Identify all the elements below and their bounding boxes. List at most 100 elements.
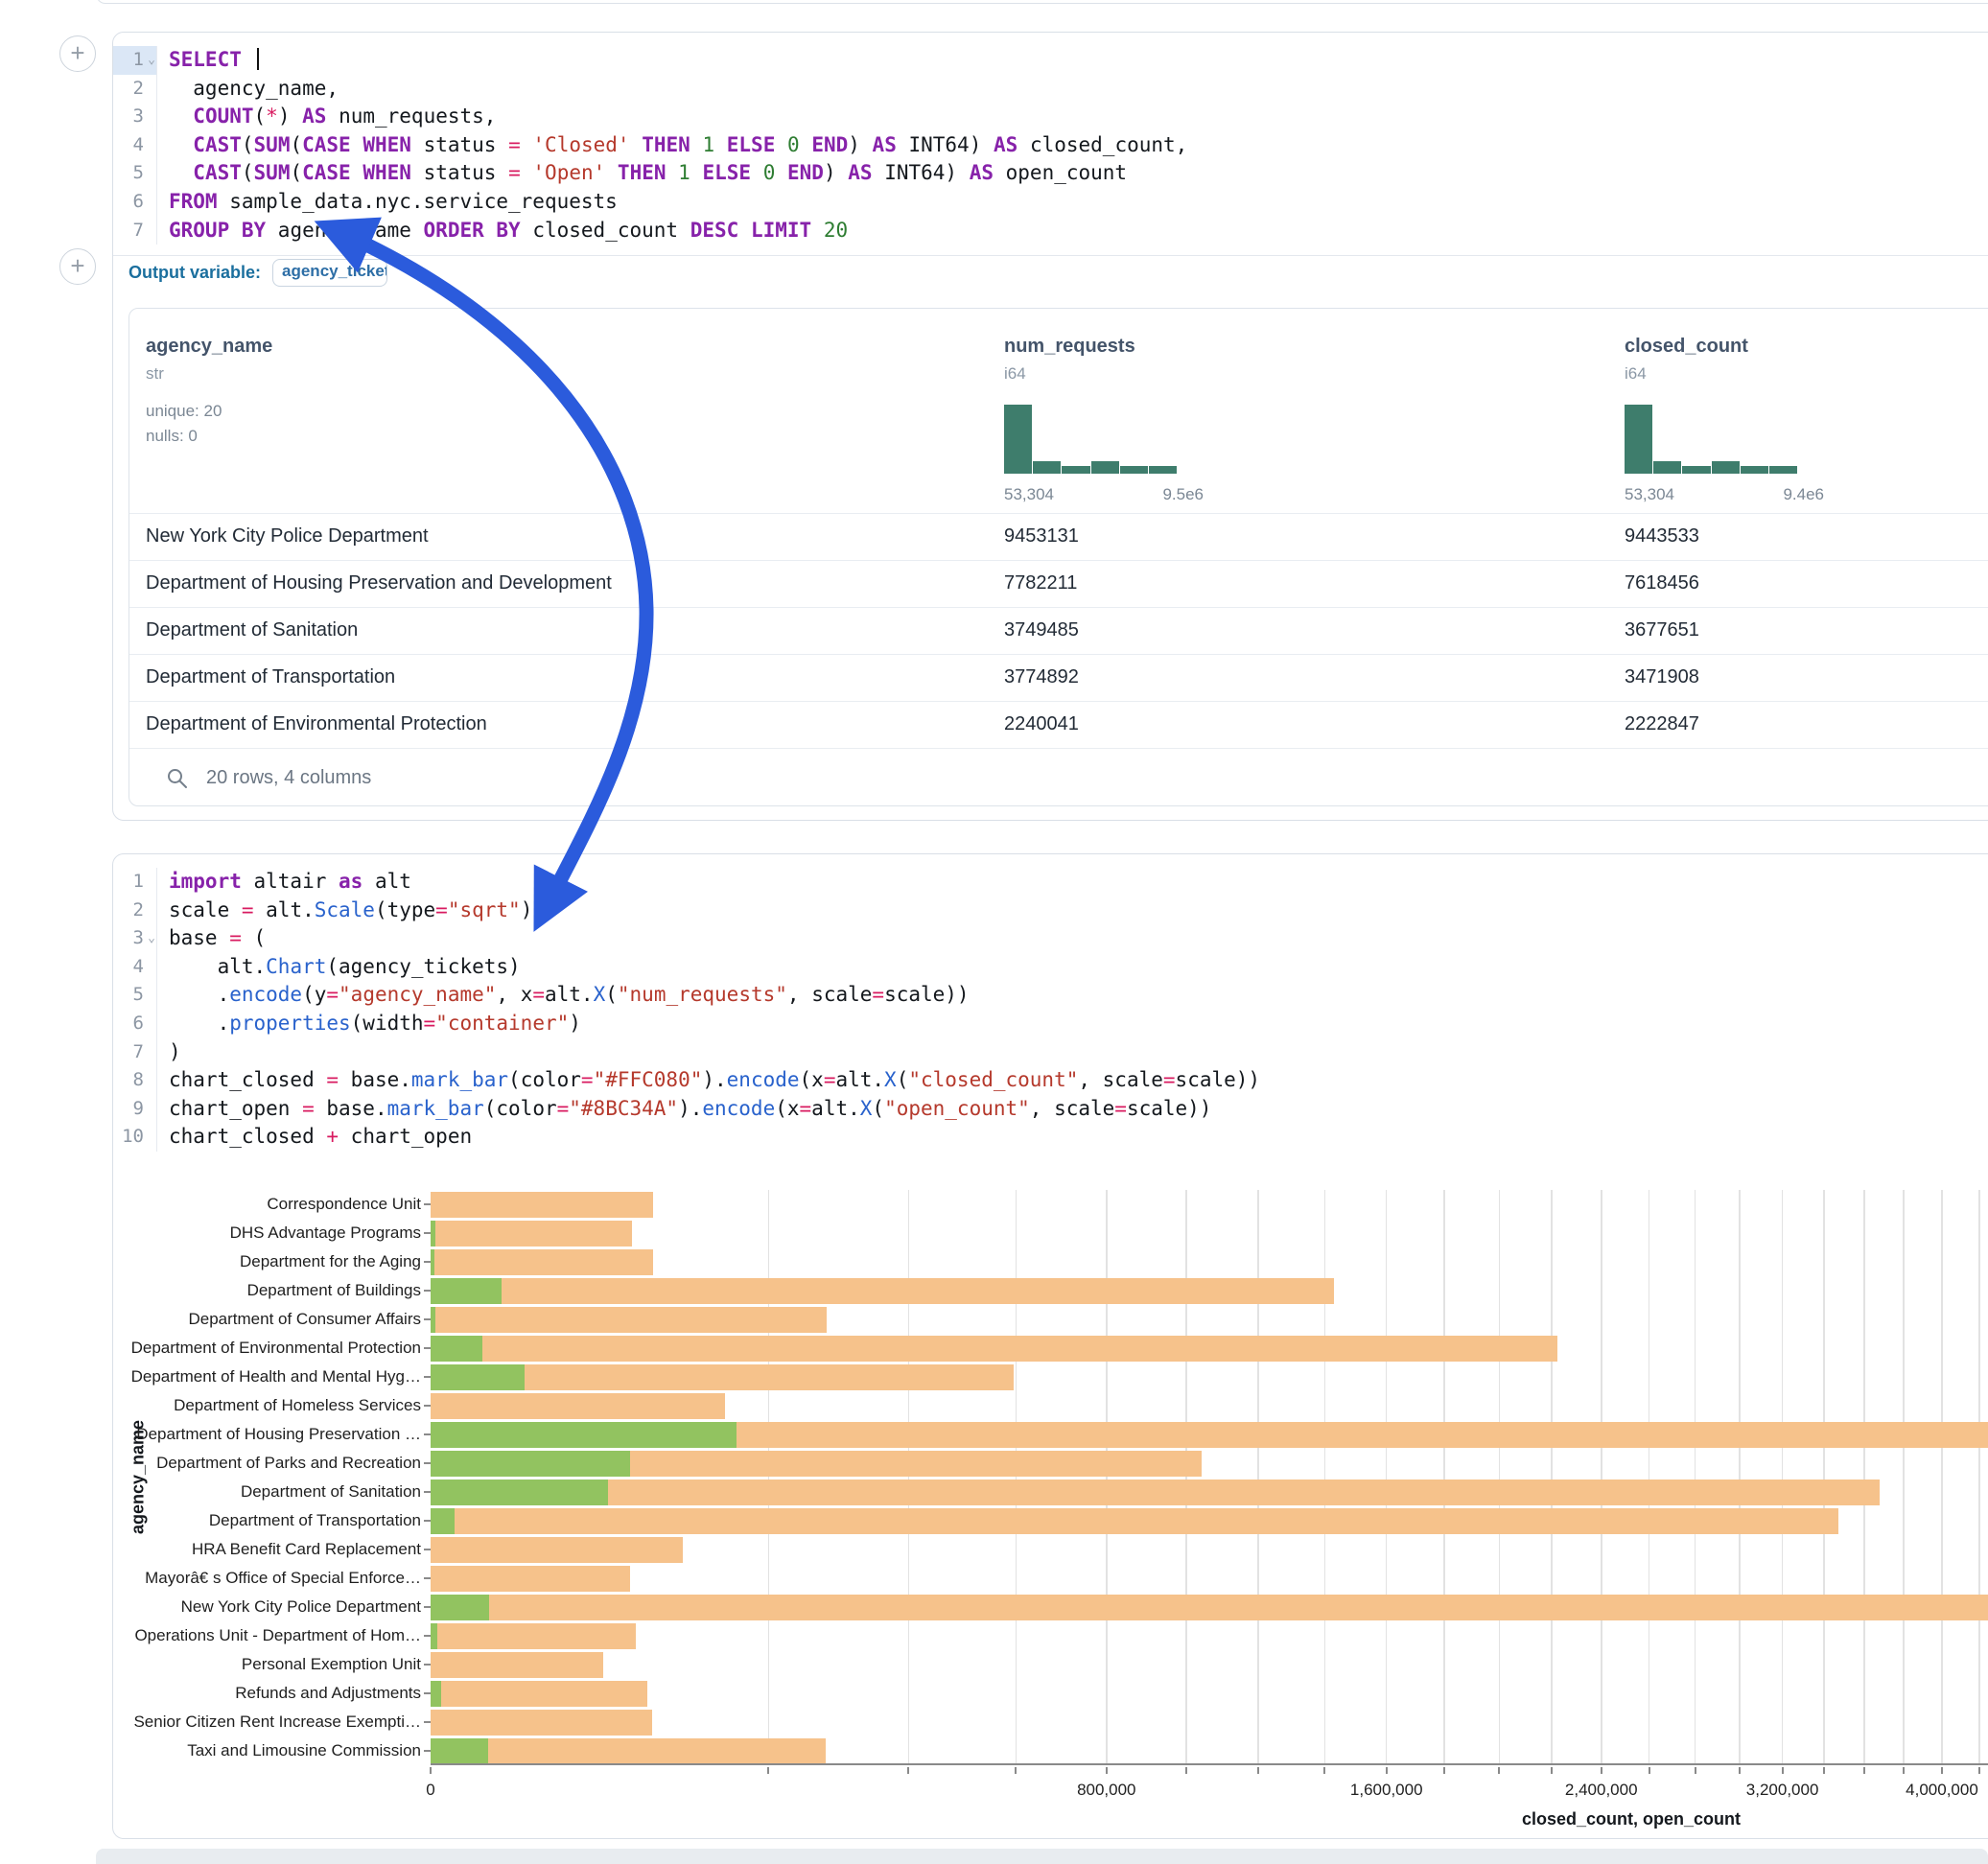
closed-count-bar[interactable] xyxy=(431,1537,683,1563)
closed-count-bar[interactable] xyxy=(431,1336,1557,1362)
table-cell: 9443533 xyxy=(1625,525,1699,548)
open-count-bar[interactable] xyxy=(431,1508,455,1534)
python-line[interactable]: 10chart_closed + chart_open xyxy=(113,1123,1988,1152)
python-line[interactable]: 3⌄base = ( xyxy=(113,924,1988,953)
open-count-bar[interactable] xyxy=(431,1480,608,1505)
fold-chevron-icon[interactable]: ⌄ xyxy=(148,46,155,75)
line-number: 5 xyxy=(113,159,157,188)
sql-line[interactable]: 1⌄SELECT xyxy=(113,46,1988,75)
python-line[interactable]: 1import altair as alt xyxy=(113,868,1988,897)
code-text[interactable]: ) xyxy=(157,1038,181,1067)
sql-line[interactable]: 2 agency_name, xyxy=(113,75,1988,104)
open-count-bar[interactable] xyxy=(431,1738,488,1764)
open-count-bar[interactable] xyxy=(431,1221,435,1247)
sql-line[interactable]: 6FROM sample_data.nyc.service_requests xyxy=(113,188,1988,217)
output-variable-pill[interactable]: agency_tickets xyxy=(272,259,387,287)
code-text[interactable]: scale = alt.Scale(type="sqrt") xyxy=(157,897,532,925)
closed-count-bar[interactable] xyxy=(431,1480,1880,1505)
open-count-bar[interactable] xyxy=(431,1336,482,1362)
closed-count-bar[interactable] xyxy=(431,1221,632,1247)
closed-count-bar[interactable] xyxy=(431,1249,653,1275)
code-text[interactable]: chart_closed + chart_open xyxy=(157,1123,472,1152)
code-text[interactable]: CAST(SUM(CASE WHEN status = 'Closed' THE… xyxy=(157,131,1187,160)
column-agency_name: str xyxy=(146,364,164,384)
open-count-bar[interactable] xyxy=(431,1364,525,1390)
open-count-bar[interactable] xyxy=(431,1451,630,1477)
python-line[interactable]: 6 .properties(width="container") xyxy=(113,1010,1988,1038)
closed-count-bar[interactable] xyxy=(431,1393,725,1419)
code-text[interactable]: .properties(width="container") xyxy=(157,1010,581,1038)
open-count-bar[interactable] xyxy=(431,1422,737,1448)
open-count-bar[interactable] xyxy=(431,1278,502,1304)
code-text[interactable]: SELECT xyxy=(157,46,259,75)
table-row[interactable]: New York City Police Department945313194… xyxy=(129,513,1988,560)
table-cell: New York City Police Department xyxy=(146,525,429,548)
line-number: 7 xyxy=(113,1038,157,1067)
open-count-bar[interactable] xyxy=(431,1681,441,1707)
code-text[interactable]: import altair as alt xyxy=(157,868,411,897)
closed-count-bar[interactable] xyxy=(431,1595,1988,1620)
code-text[interactable]: FROM sample_data.nyc.service_requests xyxy=(157,188,618,217)
closed-count-bar[interactable] xyxy=(431,1652,603,1678)
sql-line[interactable]: 7GROUP BY agency_name ORDER BY closed_co… xyxy=(113,217,1988,245)
sql-line[interactable]: 5 CAST(SUM(CASE WHEN status = 'Open' THE… xyxy=(113,159,1988,188)
python-line[interactable]: 2scale = alt.Scale(type="sqrt") xyxy=(113,897,1988,925)
sql-line[interactable]: 3 COUNT(*) AS num_requests, xyxy=(113,103,1988,131)
line-number: 3 xyxy=(113,103,157,131)
add-cell-button-top[interactable]: + xyxy=(59,35,96,72)
code-text[interactable]: base = ( xyxy=(157,924,266,953)
x-tick xyxy=(1863,1767,1865,1774)
python-line[interactable]: 5 .encode(y="agency_name", x=alt.X("num_… xyxy=(113,981,1988,1010)
code-text[interactable]: chart_open = base.mark_bar(color="#8BC34… xyxy=(157,1095,1211,1124)
closed-count-bar[interactable] xyxy=(431,1623,636,1649)
y-axis-label: Mayorâ€ s Office of Special Enforce… xyxy=(113,1564,421,1593)
table-cell: 3774892 xyxy=(1004,666,1079,688)
code-text[interactable]: .encode(y="agency_name", x=alt.X("num_re… xyxy=(157,981,970,1010)
x-tick xyxy=(1782,1767,1784,1774)
x-tick-label: 2,400,000 xyxy=(1525,1781,1678,1800)
closed-count-bar[interactable] xyxy=(431,1710,652,1736)
bar-row xyxy=(431,1564,1988,1593)
y-axis-label: Refunds and Adjustments xyxy=(113,1679,421,1708)
python-line[interactable]: 4 alt.Chart(agency_tickets) xyxy=(113,953,1988,982)
closed-count-bar[interactable] xyxy=(431,1566,630,1592)
code-text[interactable]: CAST(SUM(CASE WHEN status = 'Open' THEN … xyxy=(157,159,1127,188)
code-text[interactable]: chart_closed = base.mark_bar(color="#FFC… xyxy=(157,1066,1260,1095)
closed-count-bar[interactable] xyxy=(431,1508,1838,1534)
add-cell-button-middle[interactable]: + xyxy=(59,248,96,285)
code-text[interactable]: agency_name, xyxy=(157,75,339,104)
open-count-bar[interactable] xyxy=(431,1623,437,1649)
closed-count-bar[interactable] xyxy=(431,1738,826,1764)
table-row[interactable]: Department of Environmental Protection22… xyxy=(129,701,1988,748)
open-count-bar[interactable] xyxy=(431,1595,489,1620)
sql-line[interactable]: 4 CAST(SUM(CASE WHEN status = 'Closed' T… xyxy=(113,131,1988,160)
y-tick xyxy=(424,1347,431,1349)
table-row[interactable]: Department of Housing Preservation and D… xyxy=(129,560,1988,607)
sql-code-editor[interactable]: 1⌄SELECT 2 agency_name,3 COUNT(*) AS num… xyxy=(113,33,1988,245)
sql-cell: 1⌄SELECT 2 agency_name,3 COUNT(*) AS num… xyxy=(112,32,1988,821)
line-number: 7 xyxy=(113,217,157,245)
code-text[interactable]: GROUP BY agency_name ORDER BY closed_cou… xyxy=(157,217,848,245)
search-icon[interactable] xyxy=(166,767,189,790)
python-code-editor[interactable]: 1import altair as alt2scale = alt.Scale(… xyxy=(113,854,1988,1152)
python-line[interactable]: 7) xyxy=(113,1038,1988,1067)
table-row[interactable]: Department of Sanitation37494853677651 xyxy=(129,607,1988,654)
table-row[interactable]: Department of Transportation377489234719… xyxy=(129,654,1988,701)
closed-count-bar[interactable] xyxy=(431,1278,1334,1304)
python-line[interactable]: 9chart_open = base.mark_bar(color="#8BC3… xyxy=(113,1095,1988,1124)
open-count-bar[interactable] xyxy=(431,1249,434,1275)
bar-row xyxy=(431,1363,1988,1391)
open-count-bar[interactable] xyxy=(431,1307,435,1333)
closed-count-bar[interactable] xyxy=(431,1681,647,1707)
fold-chevron-icon[interactable]: ⌄ xyxy=(148,924,155,953)
closed-count-bar[interactable] xyxy=(431,1192,653,1218)
code-text[interactable]: COUNT(*) AS num_requests, xyxy=(157,103,496,131)
line-number: 10 xyxy=(113,1123,157,1152)
table-cell: Department of Environmental Protection xyxy=(146,713,487,735)
code-text[interactable]: alt.Chart(agency_tickets) xyxy=(157,953,521,982)
closed-count-bar[interactable] xyxy=(431,1307,827,1333)
output-variable-label: Output variable: xyxy=(129,263,261,283)
x-tick-label: 4,000,000 xyxy=(1865,1781,1988,1800)
python-line[interactable]: 8chart_closed = base.mark_bar(color="#FF… xyxy=(113,1066,1988,1095)
y-tick xyxy=(424,1664,431,1666)
